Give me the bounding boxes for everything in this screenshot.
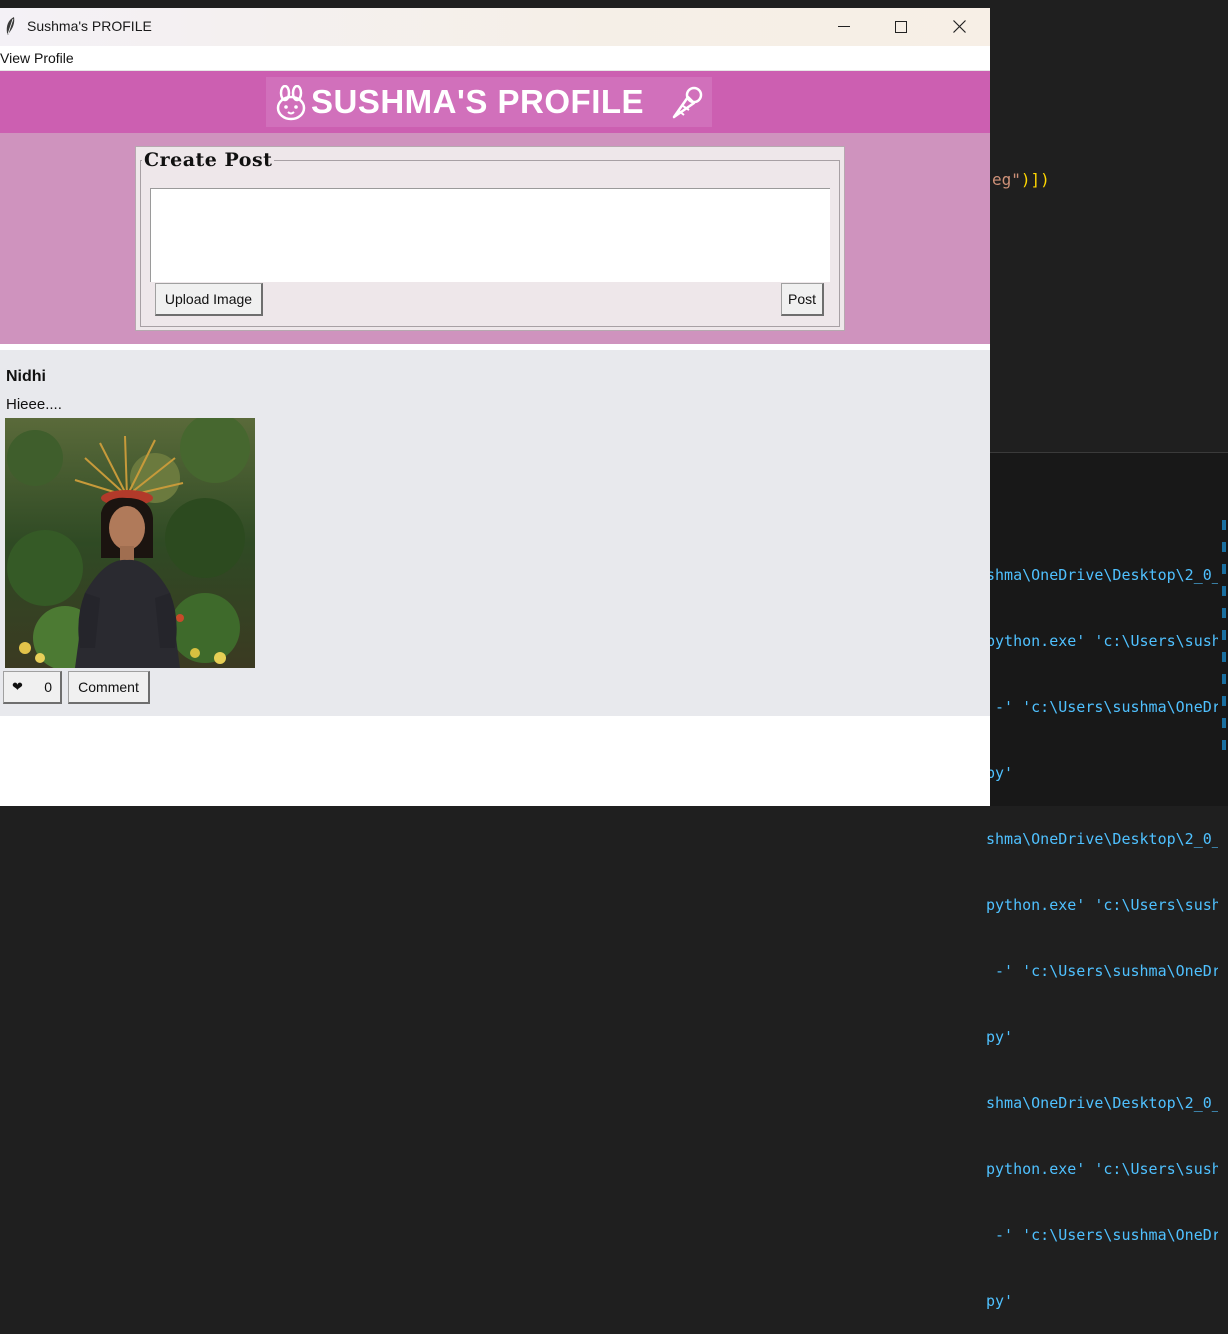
upload-image-button[interactable]: Upload Image bbox=[155, 283, 263, 316]
terminal-line: python.exe' 'c:\Users\sush bbox=[986, 896, 1218, 914]
terminal-line: py' bbox=[986, 764, 1014, 782]
post-text-input[interactable] bbox=[150, 188, 830, 282]
close-icon bbox=[953, 20, 966, 33]
close-button[interactable] bbox=[930, 8, 988, 46]
menu-view-profile[interactable]: View Profile bbox=[0, 50, 74, 66]
create-post-area: Create Post Upload Image Post bbox=[0, 133, 990, 344]
terminal-line: -' 'c:\Users\sushma\OneDr bbox=[986, 1226, 1218, 1244]
terminal-line: py' bbox=[986, 1292, 1014, 1310]
maximize-button[interactable] bbox=[872, 8, 930, 46]
profile-banner: SUSHMA'S PROFILE bbox=[266, 77, 712, 127]
post-button[interactable]: Post bbox=[781, 283, 824, 316]
profile-header: SUSHMA'S PROFILE bbox=[0, 71, 990, 133]
post-text: Hieee.... bbox=[6, 396, 62, 413]
like-button[interactable]: ❤ 0 bbox=[3, 671, 62, 704]
heart-icon: ❤ bbox=[12, 679, 23, 694]
terminal-line: shma\OneDrive\Desktop\2_0_ bbox=[986, 830, 1218, 848]
bunny-icon bbox=[276, 85, 306, 121]
banner-title: SUSHMA'S PROFILE bbox=[311, 83, 645, 120]
app-window: Sushma's PROFILE View Profile SUSHMA'S P… bbox=[0, 8, 990, 806]
window-title: Sushma's PROFILE bbox=[27, 18, 152, 34]
terminal-line: shma\OneDrive\Desktop\2_0_ bbox=[986, 1094, 1218, 1112]
terminal-line: py' bbox=[986, 1028, 1014, 1046]
create-post-title: Create Post bbox=[142, 149, 275, 171]
like-count: 0 bbox=[44, 679, 52, 695]
terminal-line: -' 'c:\Users\sushma\OneDr bbox=[986, 962, 1218, 980]
code-fragment: eg")]) bbox=[992, 170, 1050, 189]
ice-cream-icon bbox=[672, 86, 703, 119]
terminal-line: shma\OneDrive\Desktop\2_0_ bbox=[986, 566, 1218, 584]
post-photo bbox=[5, 418, 255, 668]
terminal-line: python.exe' 'c:\Users\sush bbox=[986, 1160, 1218, 1178]
feed-post: Nidhi Hieee.... ❤ 0 Comment bbox=[0, 350, 990, 716]
terminal-line: -' 'c:\Users\sushma\OneDr bbox=[986, 698, 1218, 716]
post-author: Nidhi bbox=[6, 368, 46, 385]
comment-button[interactable]: Comment bbox=[68, 671, 150, 704]
terminal-scroll-markers bbox=[1222, 520, 1228, 790]
menu-bar: View Profile bbox=[0, 46, 990, 71]
terminal-output: shma\OneDrive\Desktop\2_0_ python.exe' '… bbox=[986, 520, 1218, 1334]
terminal-line: python.exe' 'c:\Users\sush bbox=[986, 632, 1218, 650]
create-post-panel: Create Post Upload Image Post bbox=[135, 146, 845, 331]
minimize-button[interactable] bbox=[814, 8, 872, 46]
feather-icon bbox=[6, 17, 15, 35]
title-bar[interactable]: Sushma's PROFILE bbox=[0, 8, 990, 46]
